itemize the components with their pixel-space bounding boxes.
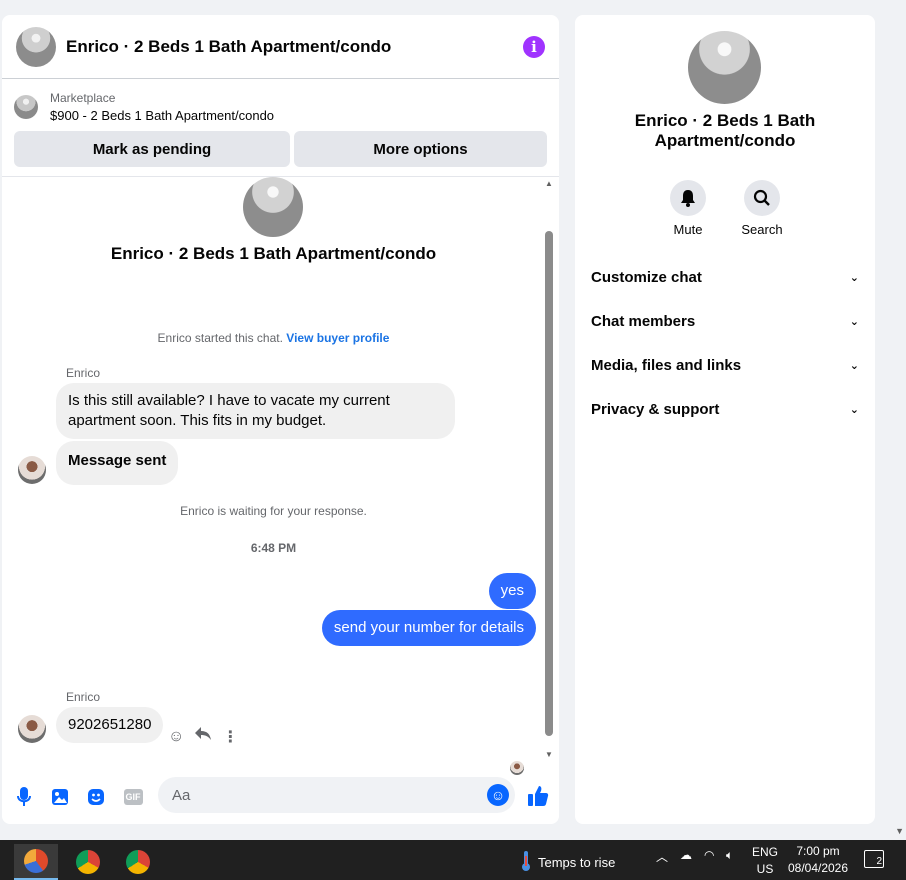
volume-icon[interactable]: 🔈︎ xyxy=(726,848,733,863)
more-icon[interactable]: ⋮ xyxy=(222,727,238,747)
incoming-message[interactable]: 9202651280 xyxy=(56,707,164,743)
incoming-message[interactable]: Is this still available? I have to vacat… xyxy=(56,383,455,439)
language-indicator[interactable]: ENG US xyxy=(752,844,778,878)
search-button[interactable]: Search xyxy=(740,180,784,237)
outgoing-message[interactable]: send your number for details xyxy=(321,610,536,646)
chrome-icon xyxy=(126,850,150,874)
chat-header: Enrico · 2 Beds 1 Bath Apartment/condo i xyxy=(2,15,559,79)
app-icon xyxy=(24,849,48,873)
chevron-down-icon: ⌄ xyxy=(849,403,859,416)
thumbs-up-icon[interactable] xyxy=(527,785,549,807)
message-input-placeholder: Aa xyxy=(172,786,191,804)
sender-name: Enrico xyxy=(66,690,101,704)
message-list[interactable]: Enrico · 2 Beds 1 Bath Apartment/condo E… xyxy=(2,177,545,775)
search-label: Search xyxy=(741,222,783,237)
taskbar: Temps to rise ︿ ☁ ◠ 🔈︎ ENG US 7:00 pm 08… xyxy=(0,840,906,880)
chevron-down-icon: ⌄ xyxy=(849,359,859,372)
clock-date: 08/04/2026 xyxy=(787,861,849,875)
time-divider: 6:48 PM xyxy=(250,541,297,555)
sticker-icon[interactable] xyxy=(86,787,106,807)
listing-price-title: $900 - 2 Beds 1 Bath Apartment/condo xyxy=(50,108,275,123)
reply-icon[interactable] xyxy=(194,726,212,747)
marketplace-banner: Marketplace $900 - 2 Beds 1 Bath Apartme… xyxy=(2,79,559,177)
wifi-icon[interactable]: ◠ xyxy=(704,848,714,862)
chat-panel: Enrico · 2 Beds 1 Bath Apartment/condo i… xyxy=(2,15,559,824)
clock[interactable]: 7:00 pm 08/04/2026 xyxy=(786,843,850,877)
listing-thumbnail xyxy=(14,95,38,119)
bell-icon[interactable] xyxy=(670,180,706,216)
menu-item-label: Chat members xyxy=(591,312,696,330)
buyer-avatar[interactable] xyxy=(18,715,46,743)
side-actions: Mute Search xyxy=(575,180,875,237)
gif-label: GIF xyxy=(123,789,143,805)
marketplace-label: Marketplace xyxy=(50,91,116,105)
taskbar-app-active[interactable] xyxy=(14,844,58,880)
clock-time: 7:00 pm xyxy=(796,844,840,858)
thread-avatar xyxy=(243,177,303,237)
scroll-thumb[interactable] xyxy=(545,231,553,736)
privacy-support-item[interactable]: Privacy & support ⌄ xyxy=(575,387,875,431)
gif-icon[interactable]: GIF xyxy=(122,787,144,807)
photo-icon[interactable] xyxy=(50,787,70,807)
view-buyer-profile-link[interactable]: View buyer profile xyxy=(286,331,389,345)
scroll-down-arrow[interactable]: ▼ xyxy=(545,750,553,759)
side-title: Enrico · 2 Beds 1 Bath Apartment/condo xyxy=(575,111,875,151)
customize-chat-item[interactable]: Customize chat ⌄ xyxy=(575,255,875,299)
menu-item-label: Customize chat xyxy=(591,268,702,286)
listing-actions: Mark as pending More options xyxy=(14,131,547,167)
seen-avatar xyxy=(510,761,524,775)
taskbar-chrome-2[interactable] xyxy=(116,844,160,880)
mute-button[interactable]: Mute xyxy=(666,180,710,237)
listing-text: Marketplace $900 - 2 Beds 1 Bath Apartme… xyxy=(50,91,274,123)
chat-title[interactable]: Enrico · 2 Beds 1 Bath Apartment/condo xyxy=(66,37,523,57)
incoming-message[interactable]: Message sent xyxy=(56,441,179,485)
conversation-details-panel: Enrico · 2 Beds 1 Bath Apartment/condo M… xyxy=(575,15,875,824)
listing-avatar[interactable] xyxy=(16,26,56,67)
weather-text: Temps to rise xyxy=(538,855,616,870)
menu-item-label: Media, files and links xyxy=(591,356,742,374)
emoji-icon[interactable]: ☺ xyxy=(487,784,509,806)
chat-started-text: Enrico started this chat. xyxy=(157,331,283,345)
media-files-links-item[interactable]: Media, files and links ⌄ xyxy=(575,343,875,387)
marketplace-listing[interactable]: Marketplace $900 - 2 Beds 1 Bath Apartme… xyxy=(14,91,547,123)
chat-started-notice: Enrico started this chat. View buyer pro… xyxy=(2,331,545,345)
thread-title: Enrico · 2 Beds 1 Bath Apartment/condo xyxy=(110,244,437,263)
page-scroll-down-arrow[interactable]: ▼ xyxy=(895,826,904,836)
outgoing-message[interactable]: yes xyxy=(488,573,536,609)
message-input[interactable]: Aa ☺ xyxy=(158,777,515,813)
language-top: ENG xyxy=(752,845,779,859)
chrome-icon xyxy=(76,850,100,874)
microphone-icon[interactable] xyxy=(14,787,34,807)
chevron-down-icon: ⌄ xyxy=(849,271,859,284)
react-icon[interactable]: ☺ xyxy=(168,728,184,746)
side-title-text: Enrico · 2 Beds 1 Bath Apartment/condo xyxy=(634,111,816,150)
side-menu: Customize chat ⌄ Chat members ⌄ Media, f… xyxy=(575,255,875,431)
notification-icon[interactable]: 2 xyxy=(864,850,884,868)
scroll-up-arrow[interactable]: ▲ xyxy=(545,179,553,188)
mark-pending-button[interactable]: Mark as pending xyxy=(14,131,290,167)
notification-count: 2 xyxy=(876,856,882,867)
chevron-up-icon[interactable]: ︿ xyxy=(656,848,668,865)
onedrive-icon[interactable]: ☁ xyxy=(680,848,692,862)
info-icon[interactable]: i xyxy=(523,35,545,58)
waiting-notice: Enrico is waiting for your response. xyxy=(180,504,367,518)
sender-name: Enrico xyxy=(66,366,101,380)
chat-scrollbar[interactable]: ▲ ▼ xyxy=(545,179,553,760)
mute-label: Mute xyxy=(673,222,703,237)
more-options-button[interactable]: More options xyxy=(294,131,547,167)
taskbar-chrome-1[interactable] xyxy=(66,844,110,880)
chevron-down-icon: ⌄ xyxy=(849,315,859,328)
thermometer-icon xyxy=(520,850,532,875)
weather-widget[interactable]: Temps to rise xyxy=(520,850,615,875)
side-avatar[interactable] xyxy=(688,31,761,104)
chat-members-item[interactable]: Chat members ⌄ xyxy=(575,299,875,343)
message-hover-actions: ☺ ⋮ xyxy=(168,726,238,747)
composer: GIF Aa ☺ xyxy=(2,777,559,817)
search-icon[interactable] xyxy=(744,180,780,216)
buyer-avatar[interactable] xyxy=(18,456,46,484)
language-bottom: US xyxy=(756,862,774,876)
menu-item-label: Privacy & support xyxy=(591,400,720,418)
